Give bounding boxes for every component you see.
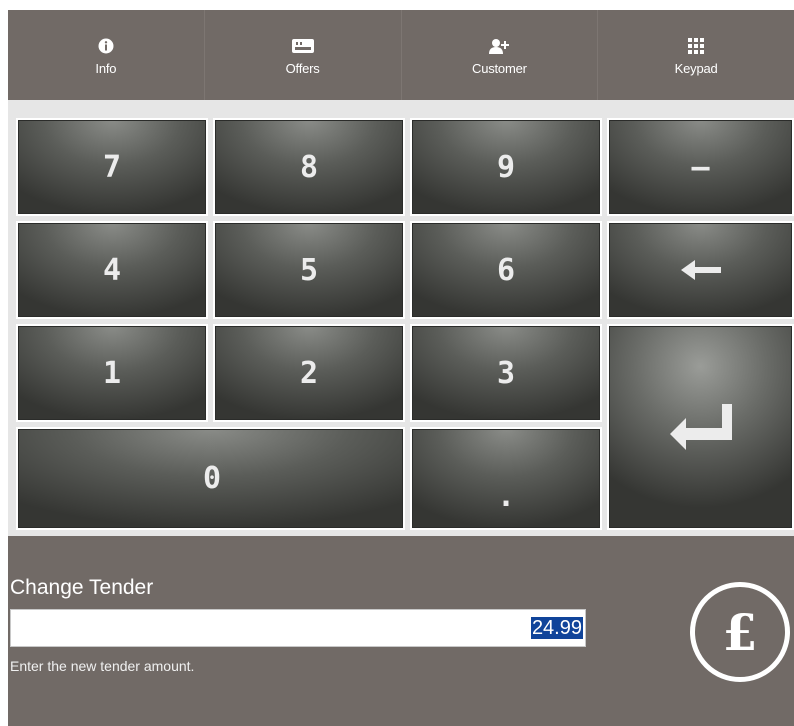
key-backspace[interactable] [607, 221, 794, 319]
keypad-icon [688, 35, 705, 57]
tender-amount-value: 24.99 [530, 617, 583, 639]
tender-hint: Enter the new tender amount. [10, 658, 195, 674]
key-8[interactable]: 8 [213, 118, 405, 216]
tab-customer-label: Customer [472, 60, 527, 76]
key-4[interactable]: 4 [16, 221, 208, 319]
key-5[interactable]: 5 [213, 221, 405, 319]
top-tab-bar: Info Offers Customer Keypad [8, 10, 794, 114]
tab-info-label: Info [95, 60, 117, 76]
key-3[interactable]: 3 [410, 324, 602, 422]
key-2[interactable]: 2 [213, 324, 405, 422]
key-minus[interactable]: – [607, 118, 794, 216]
tender-amount-input[interactable]: 24.99 [10, 609, 586, 647]
key-6[interactable]: 6 [410, 221, 602, 319]
key-9[interactable]: 9 [410, 118, 602, 216]
tab-offers-label: Offers [285, 60, 320, 76]
numeric-keypad: 7 8 9 – 4 5 6 1 2 3 0 . [8, 100, 794, 536]
tab-info[interactable]: Info [8, 10, 204, 100]
enter-return-icon [669, 404, 732, 450]
tab-keypad[interactable]: Keypad [597, 10, 794, 114]
pound-currency-icon[interactable]: £ [690, 582, 790, 682]
tender-title: Change Tender [10, 576, 154, 599]
info-icon [98, 35, 114, 57]
backspace-arrow-icon [680, 260, 721, 280]
add-customer-icon [489, 35, 510, 57]
tab-offers[interactable]: Offers [203, 10, 401, 100]
offers-icon [291, 35, 314, 57]
key-0[interactable]: 0 [16, 427, 405, 530]
tab-keypad-label: Keypad [674, 60, 718, 76]
tab-customer[interactable]: Customer [400, 10, 598, 100]
key-7[interactable]: 7 [16, 118, 208, 216]
key-decimal[interactable]: . [410, 427, 602, 530]
change-tender-panel: Change Tender 24.99 Enter the new tender… [8, 536, 794, 726]
key-enter[interactable] [607, 324, 794, 530]
currency-symbol: £ [722, 602, 758, 662]
key-1[interactable]: 1 [16, 324, 208, 422]
